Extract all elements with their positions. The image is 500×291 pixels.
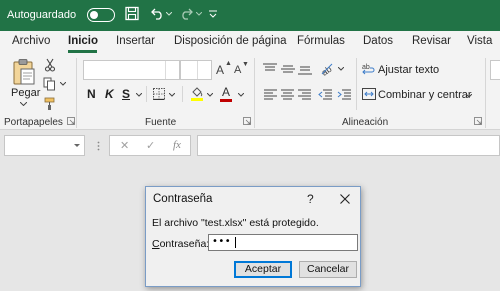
- tab-vista[interactable]: Vista: [467, 35, 492, 47]
- name-box-dropdown-icon[interactable]: [74, 144, 80, 148]
- tab-archivo[interactable]: Archivo: [12, 35, 50, 47]
- undo-icon[interactable]: [150, 8, 164, 20]
- password-label-rest: ontraseña:: [159, 238, 210, 250]
- copy-icon[interactable]: [43, 77, 56, 91]
- font-group-label: Fuente: [145, 117, 177, 128]
- formula-buttons: ✕ ✓ fx: [109, 135, 191, 156]
- separator: [146, 86, 147, 102]
- tab-revisar[interactable]: Revisar: [412, 35, 451, 47]
- align-left-icon[interactable]: [264, 89, 277, 100]
- wrap-text-button[interactable]: Ajustar texto: [378, 64, 439, 76]
- text-cursor: [235, 237, 236, 248]
- orientation-dropdown-icon[interactable]: [338, 67, 344, 71]
- underline-dropdown-icon[interactable]: [136, 93, 142, 97]
- cancel-entry-icon[interactable]: ✕: [120, 139, 129, 152]
- tab-inicio[interactable]: Inicio: [68, 35, 98, 47]
- copy-dropdown-icon[interactable]: [60, 82, 66, 86]
- font-color-button[interactable]: A: [222, 85, 230, 99]
- undo-dropdown-icon[interactable]: [166, 12, 172, 16]
- dialog-title: Contraseña: [153, 193, 213, 205]
- merge-center-icon[interactable]: [362, 88, 376, 100]
- borders-icon[interactable]: [153, 88, 165, 100]
- separator: [356, 58, 357, 110]
- formula-input[interactable]: [197, 135, 500, 156]
- orientation-icon[interactable]: ab: [319, 60, 335, 76]
- tab-insertar[interactable]: Insertar: [116, 35, 155, 47]
- chevron-down-icon: [165, 61, 179, 79]
- autosave-label: Autoguardado: [7, 9, 77, 21]
- redo-icon[interactable]: [180, 8, 194, 20]
- alignment-dialog-launcher-icon[interactable]: [474, 117, 482, 125]
- formula-bar: ✕ ✓ fx: [0, 130, 500, 158]
- align-right-icon[interactable]: [298, 89, 311, 100]
- font-dialog-launcher-icon[interactable]: [243, 117, 251, 125]
- merge-center-dropdown-icon[interactable]: [466, 94, 472, 98]
- italic-button[interactable]: K: [105, 87, 114, 101]
- save-icon[interactable]: [125, 6, 139, 22]
- paste-icon[interactable]: [12, 58, 36, 86]
- autosave-toggle[interactable]: [87, 8, 115, 22]
- title-bar: Autoguardado: [0, 0, 500, 31]
- autosave-toggle-knob: [90, 11, 98, 19]
- grow-font-arrow-icon: ▲: [225, 60, 232, 67]
- paste-dropdown-icon[interactable]: [20, 102, 27, 106]
- dialog-message: El archivo "test.xlsx" está protegido.: [152, 217, 319, 229]
- font-size-dropdown[interactable]: [180, 60, 212, 80]
- tab-formulas[interactable]: Fórmulas: [297, 35, 345, 47]
- password-dialog: Contraseña ? El archivo "test.xlsx" está…: [145, 186, 361, 287]
- font-color-dropdown-icon[interactable]: [238, 93, 244, 97]
- font-color-swatch: [220, 99, 232, 102]
- chevron-down-icon: [197, 61, 211, 79]
- ribbon: Pegar Portapapeles A ▲ A ▼ N K S A Fuent…: [0, 54, 500, 130]
- separator: [76, 58, 77, 128]
- bottom-align-icon[interactable]: [298, 63, 312, 75]
- help-icon[interactable]: ?: [307, 192, 314, 206]
- separator: [182, 86, 183, 102]
- name-box[interactable]: [4, 135, 85, 156]
- insert-function-icon[interactable]: fx: [173, 139, 181, 151]
- svg-text:ab: ab: [362, 64, 370, 71]
- cut-icon[interactable]: [44, 58, 56, 72]
- clipboard-dialog-launcher-icon[interactable]: [67, 117, 75, 125]
- redo-dropdown-icon[interactable]: [196, 12, 202, 16]
- clipboard-group-label: Portapapeles: [4, 117, 63, 128]
- tab-datos[interactable]: Datos: [363, 35, 393, 47]
- top-align-icon[interactable]: [263, 63, 277, 75]
- enter-entry-icon[interactable]: ✓: [146, 139, 155, 152]
- grow-font-button[interactable]: A: [216, 63, 224, 77]
- number-format-dropdown[interactable]: [490, 60, 500, 80]
- format-painter-icon[interactable]: [43, 97, 56, 111]
- underline-button[interactable]: S: [122, 87, 130, 101]
- decrease-indent-icon[interactable]: [318, 89, 332, 100]
- password-field[interactable]: •••: [208, 234, 358, 251]
- separator: [485, 58, 486, 128]
- customize-qat-icon[interactable]: [209, 10, 217, 18]
- ok-button[interactable]: Aceptar: [234, 261, 292, 278]
- borders-dropdown-icon[interactable]: [169, 93, 175, 97]
- font-family-dropdown[interactable]: [83, 60, 180, 80]
- tab-disposicion-de-pagina[interactable]: Disposición de página: [174, 35, 287, 47]
- increase-indent-icon[interactable]: [337, 89, 351, 100]
- alignment-group-label: Alineación: [342, 117, 389, 128]
- bold-button[interactable]: N: [87, 87, 96, 101]
- close-icon[interactable]: [331, 190, 359, 208]
- active-tab-indicator: [68, 50, 97, 53]
- align-center-icon[interactable]: [281, 89, 294, 100]
- password-label: Contraseña:: [152, 238, 210, 250]
- separator: [254, 58, 255, 128]
- merge-center-button[interactable]: Combinar y centrar: [378, 89, 472, 101]
- cancel-button[interactable]: Cancelar: [299, 261, 357, 278]
- paste-label[interactable]: Pegar: [11, 87, 40, 99]
- fill-color-dropdown-icon[interactable]: [207, 93, 213, 97]
- wrap-text-icon[interactable]: ab: [362, 62, 376, 76]
- formula-bar-grip-icon[interactable]: [97, 141, 100, 151]
- shrink-font-arrow-icon: ▼: [242, 61, 249, 68]
- fill-color-icon[interactable]: [190, 86, 204, 102]
- shrink-font-button[interactable]: A: [234, 64, 241, 76]
- middle-align-icon[interactable]: [281, 63, 295, 75]
